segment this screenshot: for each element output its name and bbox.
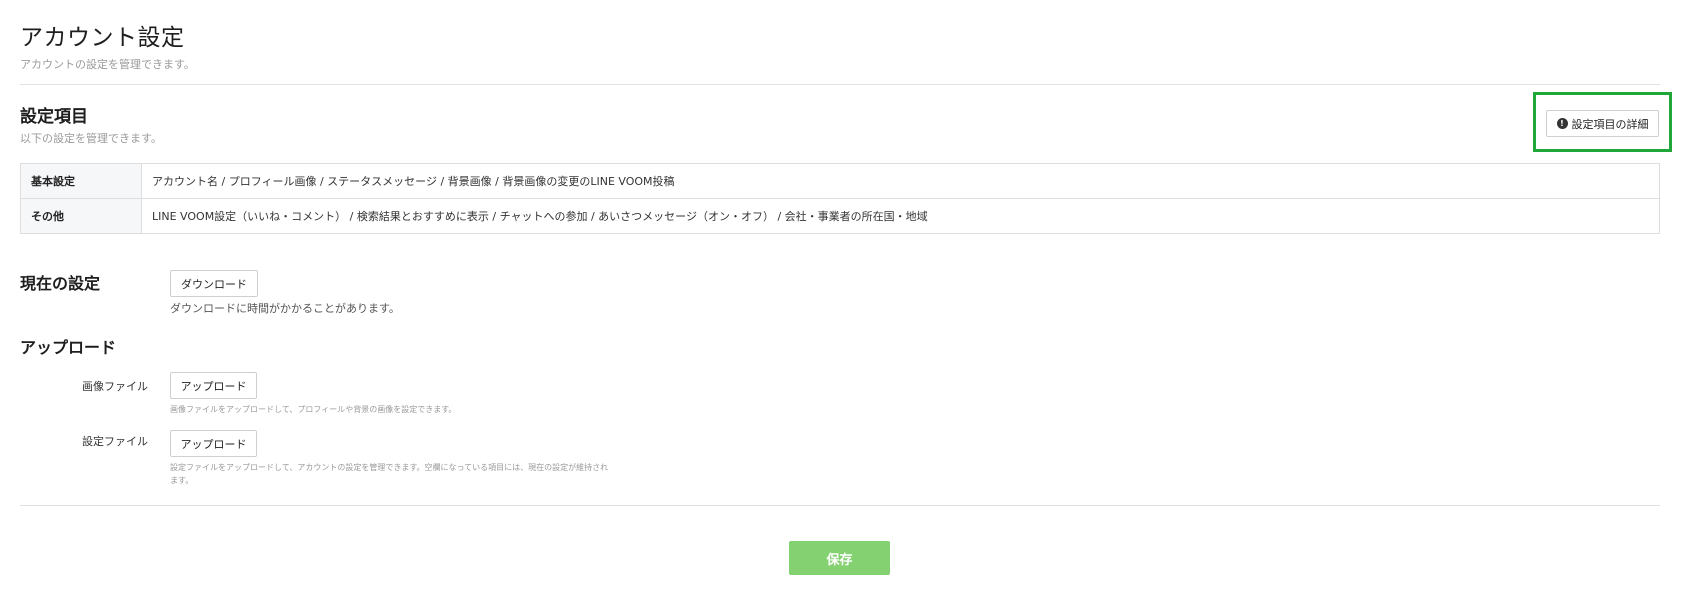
page-subtitle: アカウントの設定を管理できます。	[20, 58, 195, 71]
image-upload-button[interactable]: アップロード	[170, 372, 257, 399]
table-row-label: その他	[20, 198, 142, 234]
page-title: アカウント設定	[20, 25, 185, 51]
table-row: 基本設定 アカウント名 / プロフィール画像 / ステータスメッセージ / 背景…	[20, 163, 1660, 199]
table-row-label: 基本設定	[20, 163, 142, 199]
footer-divider	[20, 505, 1660, 506]
save-button[interactable]: 保存	[789, 541, 890, 575]
info-icon: !	[1556, 118, 1568, 129]
settings-file-label: 設定ファイル	[82, 435, 148, 448]
table-row-value: LINE VOOM設定（いいね・コメント） / 検索結果とおすすめに表示 / チ…	[141, 198, 1660, 234]
download-button[interactable]: ダウンロード	[170, 270, 258, 297]
upload-title: アップロード	[20, 338, 117, 357]
current-settings-title: 現在の設定	[20, 274, 101, 293]
settings-detail-button-label: 設定項目の詳細	[1571, 117, 1649, 131]
settings-items-title: 設定項目	[20, 107, 88, 127]
image-file-label: 画像ファイル	[82, 380, 148, 393]
table-row-value: アカウント名 / プロフィール画像 / ステータスメッセージ / 背景画像 / …	[141, 163, 1660, 199]
download-note: ダウンロードに時間がかかることがあります。	[170, 302, 400, 315]
settings-detail-button[interactable]: ! 設定項目の詳細	[1546, 110, 1659, 137]
settings-upload-button[interactable]: アップロード	[170, 430, 257, 457]
table-row: その他 LINE VOOM設定（いいね・コメント） / 検索結果とおすすめに表示…	[20, 198, 1660, 234]
header-divider	[20, 84, 1660, 85]
settings-upload-note: 設定ファイルをアップロードして、アカウントの設定を管理できます。空欄になっている…	[170, 463, 609, 485]
settings-items-subtitle: 以下の設定を管理できます。	[20, 132, 162, 145]
image-upload-note: 画像ファイルをアップロードして、プロフィールや背景の画像を設定できます。	[170, 405, 457, 414]
settings-items-table: 基本設定 アカウント名 / プロフィール画像 / ステータスメッセージ / 背景…	[20, 163, 1660, 234]
account-settings-page: アカウント設定 アカウントの設定を管理できます。 設定項目 以下の設定を管理でき…	[0, 0, 1687, 600]
